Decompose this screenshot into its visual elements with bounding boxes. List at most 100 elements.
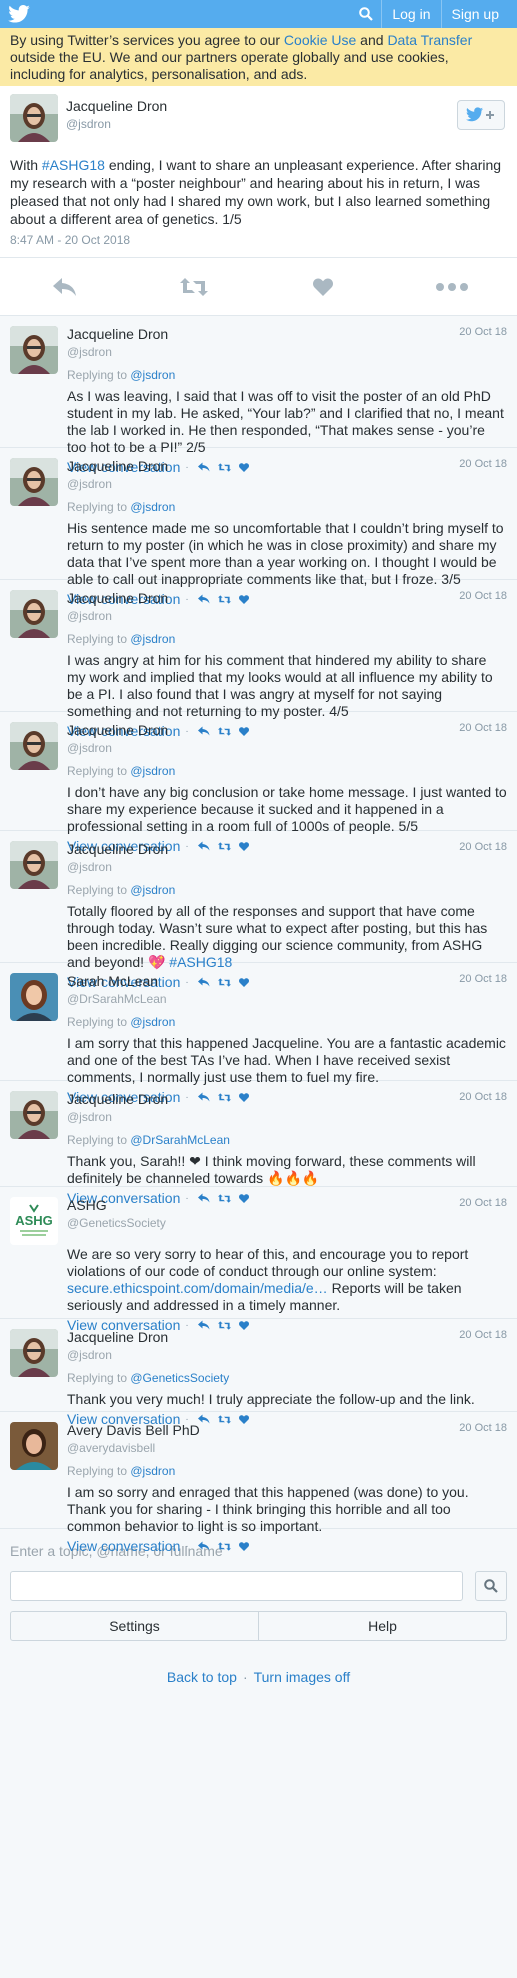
reply-to-handle-link[interactable]: @jsdron	[130, 368, 175, 382]
author-handle[interactable]: @averydavisbell	[67, 1441, 507, 1455]
tweet-text-main: His sentence made me so uncomfortable th…	[67, 520, 504, 587]
author-handle[interactable]: @jsdron	[66, 117, 457, 131]
avatar[interactable]	[10, 94, 58, 142]
search-input[interactable]	[10, 1571, 463, 1601]
follow-button[interactable]	[457, 100, 505, 130]
avatar[interactable]	[10, 722, 58, 770]
tweet-date[interactable]: 20 Oct 18	[459, 326, 507, 338]
reply-to-handle-link[interactable]: @jsdron	[130, 764, 175, 778]
tweet-inline-link[interactable]: secure.ethicspoint.com/domain/media/e…	[67, 1280, 328, 1296]
twitter-bird-icon[interactable]	[8, 5, 30, 23]
avatar[interactable]	[10, 1091, 58, 1139]
tweet-timestamp[interactable]: 8:47 AM - 20 Oct 2018	[10, 233, 507, 249]
login-link[interactable]: Log in	[381, 0, 440, 28]
replying-to: Replying to @GeneticsSociety	[67, 1371, 507, 1385]
search-button[interactable]	[475, 1571, 507, 1601]
search-icon	[484, 1579, 498, 1593]
avatar[interactable]	[10, 326, 58, 374]
author-name[interactable]: Jacqueline Dron	[66, 98, 457, 114]
author-name[interactable]: Jacqueline Dron	[67, 722, 507, 738]
author-name[interactable]: ASHG	[67, 1197, 507, 1213]
tweet-date[interactable]: 20 Oct 18	[459, 1197, 507, 1209]
cookie-banner: By using Twitter’s services you agree to…	[0, 28, 517, 86]
tweet-date[interactable]: 20 Oct 18	[459, 1329, 507, 1341]
author-name[interactable]: Jacqueline Dron	[67, 1329, 507, 1345]
search-icon[interactable]	[351, 0, 381, 28]
tweet-text-main: I am so sorry and enraged that this happ…	[67, 1484, 469, 1534]
replying-to-label: Replying to	[67, 1464, 131, 1478]
author-handle[interactable]: @jsdron	[67, 860, 507, 874]
tweet-text-main: I don’t have any big conclusion or take …	[67, 784, 507, 834]
reply-tweet: Jacqueline Dron @jsdron Replying to @DrSar…	[0, 1081, 517, 1206]
reply-tweet: Sarah McLean @DrSarahMcLean Replying to @j…	[0, 963, 517, 1105]
tweet-text: I am sorry that this happened Jacqueline…	[67, 1035, 507, 1086]
reply-to-handle-link[interactable]: @GeneticsSociety	[130, 1371, 229, 1385]
author-handle[interactable]: @DrSarahMcLean	[67, 992, 507, 1006]
tweet-text: I am so sorry and enraged that this happ…	[67, 1484, 507, 1535]
author-name[interactable]: Jacqueline Dron	[67, 841, 507, 857]
reply-to-handle-link[interactable]: @jsdron	[130, 1015, 175, 1029]
avatar[interactable]	[10, 1422, 58, 1470]
cookie-text-mid: and	[356, 32, 388, 48]
reply-to-handle-link[interactable]: @DrSarahMcLean	[130, 1133, 230, 1147]
author-handle[interactable]: @jsdron	[67, 345, 507, 359]
replying-to: Replying to @jsdron	[67, 883, 507, 897]
replying-to-label: Replying to	[67, 1015, 131, 1029]
author-name[interactable]: Jacqueline Dron	[67, 1091, 507, 1107]
reply-tweet: Jacqueline Dron @jsdron Replying to @jsdro…	[0, 712, 517, 854]
help-button[interactable]: Help	[258, 1612, 506, 1640]
signup-link[interactable]: Sign up	[440, 0, 509, 28]
data-transfer-link[interactable]: Data Transfer	[387, 32, 472, 48]
like-icon[interactable]	[293, 267, 353, 307]
author-handle[interactable]: @jsdron	[67, 477, 507, 491]
turn-images-off-link[interactable]: Turn images off	[254, 1669, 351, 1685]
tweet-date[interactable]: 20 Oct 18	[459, 973, 507, 985]
tweet-date[interactable]: 20 Oct 18	[459, 590, 507, 602]
back-to-top-link[interactable]: Back to top	[167, 1669, 237, 1685]
tweet-date[interactable]: 20 Oct 18	[459, 841, 507, 853]
tweet-date[interactable]: 20 Oct 18	[459, 1422, 507, 1434]
author-name[interactable]: Jacqueline Dron	[67, 590, 507, 606]
author-name[interactable]: Jacqueline Dron	[67, 326, 507, 342]
replying-to-label: Replying to	[67, 883, 131, 897]
tweet-date[interactable]: 20 Oct 18	[459, 722, 507, 734]
like-icon[interactable]	[238, 1541, 249, 1551]
reply-to-handle-link[interactable]: @jsdron	[130, 632, 175, 646]
tweet-text: We are so very sorry to hear of this, an…	[67, 1246, 507, 1314]
author-handle[interactable]: @jsdron	[67, 609, 507, 623]
view-conversation-link[interactable]: View conversation	[67, 1538, 180, 1554]
avatar[interactable]	[10, 458, 58, 506]
tweet-text-main: I am sorry that this happened Jacqueline…	[67, 1035, 506, 1085]
reply-to-handle-link[interactable]: @jsdron	[130, 883, 175, 897]
tweet-date[interactable]: 20 Oct 18	[459, 1091, 507, 1103]
tweet-text-main: Thank you, Sarah!! ❤ I think moving forw…	[67, 1153, 476, 1186]
avatar[interactable]	[10, 841, 58, 889]
author-name[interactable]: Avery Davis Bell PhD	[67, 1422, 507, 1438]
avatar[interactable]: ASHG	[10, 1197, 58, 1245]
retweet-icon[interactable]	[164, 267, 224, 307]
avatar[interactable]	[10, 1329, 58, 1377]
replying-to-label: Replying to	[67, 1371, 131, 1385]
retweet-icon[interactable]	[217, 1541, 231, 1551]
reply-icon[interactable]	[197, 1541, 210, 1551]
avatar[interactable]	[10, 590, 58, 638]
cookie-use-link[interactable]: Cookie Use	[284, 32, 356, 48]
reply-tweet: ASHG ASHG @GeneticsSociety We are so very s…	[0, 1187, 517, 1333]
reply-to-handle-link[interactable]: @jsdron	[130, 500, 175, 514]
avatar[interactable]	[10, 973, 58, 1021]
author-handle[interactable]: @GeneticsSociety	[67, 1216, 507, 1230]
author-name[interactable]: Sarah McLean	[67, 973, 507, 989]
author-handle[interactable]: @jsdron	[67, 1110, 507, 1124]
author-handle[interactable]: @jsdron	[67, 741, 507, 755]
replying-to-label: Replying to	[67, 500, 131, 514]
tweet-date[interactable]: 20 Oct 18	[459, 458, 507, 470]
settings-button[interactable]: Settings	[11, 1612, 258, 1640]
tweet-text: As I was leaving, I said that I was off …	[67, 388, 507, 456]
author-handle[interactable]: @jsdron	[67, 1348, 507, 1362]
reply-to-handle-link[interactable]: @jsdron	[130, 1464, 175, 1478]
footer-separator: ·	[242, 1669, 248, 1685]
reply-icon[interactable]	[35, 267, 95, 307]
more-icon[interactable]	[422, 267, 482, 307]
author-name[interactable]: Jacqueline Dron	[67, 458, 507, 474]
hashtag-link[interactable]: #ASHG18	[42, 157, 105, 173]
